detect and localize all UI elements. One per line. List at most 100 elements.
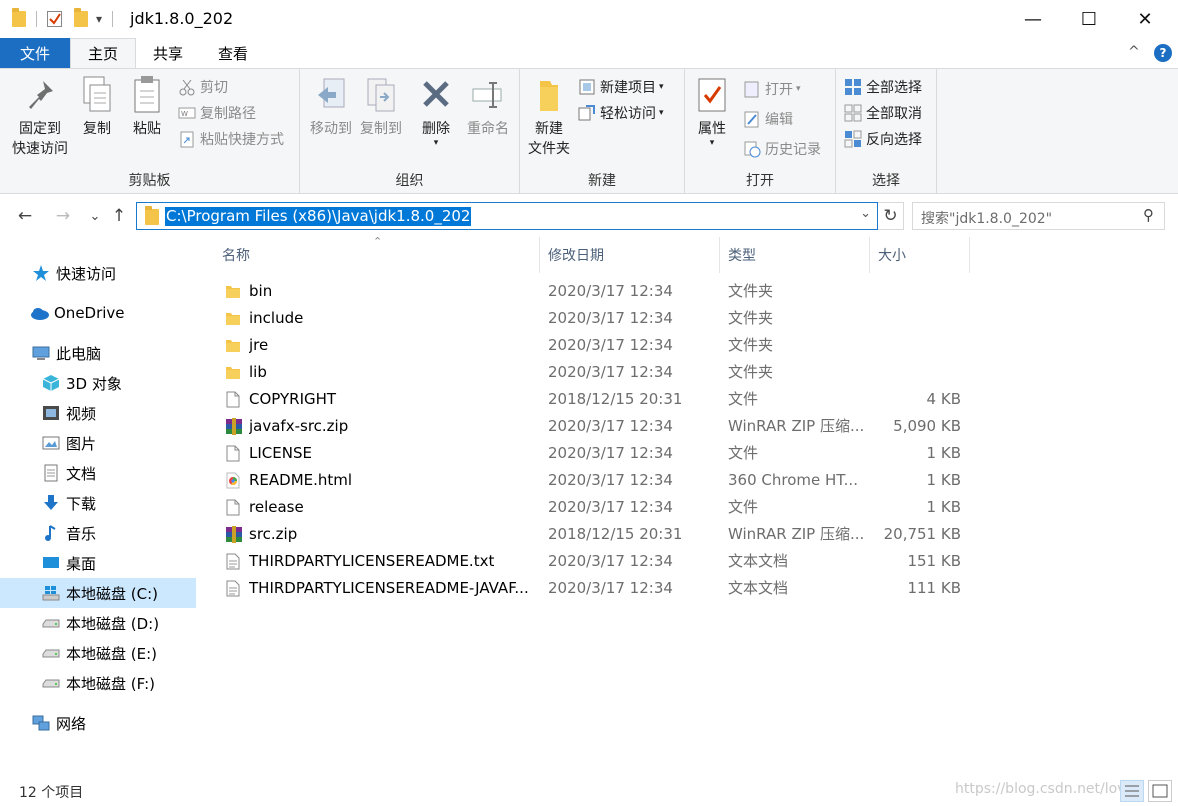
copy-path-button[interactable]: W 复制路径 bbox=[178, 101, 256, 125]
recent-locations-button[interactable]: ⌄ bbox=[84, 204, 106, 228]
open-button[interactable]: 打开 ▾ bbox=[743, 77, 801, 101]
nav-quick-access[interactable]: 快速访问 bbox=[32, 258, 116, 288]
new-folder-icon[interactable] bbox=[74, 8, 88, 27]
ribbon: 固定到 快速访问 复制 粘贴 剪切 W 复制路径 粘贴快捷方式 剪贴板 移动到 … bbox=[0, 68, 1178, 194]
file-size: 20,751 KB bbox=[883, 525, 961, 543]
nav-drive-c[interactable]: 本地磁盘 (C:) bbox=[0, 578, 196, 608]
nav-3d-objects[interactable]: 3D 对象 bbox=[42, 368, 122, 398]
quick-access-dropdown[interactable]: ▾ bbox=[96, 12, 102, 26]
file-row[interactable]: javafx-src.zip 2020/3/17 12:34 WinRAR ZIP … bbox=[219, 413, 979, 440]
move-to-button[interactable]: 移动到 bbox=[304, 75, 358, 139]
large-icons-view-button[interactable] bbox=[1148, 780, 1172, 802]
column-header-size[interactable]: 大小 bbox=[870, 237, 970, 273]
computer-icon bbox=[32, 344, 50, 362]
tab-share[interactable]: 共享 bbox=[136, 38, 200, 68]
file-row[interactable]: LICENSE 2020/3/17 12:34 文件 1 KB bbox=[219, 440, 979, 467]
file-name: release bbox=[249, 498, 304, 516]
folder-icon bbox=[225, 310, 241, 327]
address-path[interactable]: C:\Program Files (x86)\Java\jdk1.8.0_202 bbox=[165, 207, 472, 226]
nav-videos[interactable]: 视频 bbox=[42, 398, 96, 428]
file-row[interactable]: jre 2020/3/17 12:34 文件夹 bbox=[219, 332, 979, 359]
column-header-date[interactable]: 修改日期 bbox=[540, 237, 720, 273]
nav-onedrive[interactable]: OneDrive bbox=[30, 298, 125, 328]
nav-downloads[interactable]: 下载 bbox=[42, 488, 96, 518]
file-row[interactable]: bin 2020/3/17 12:34 文件夹 bbox=[219, 278, 979, 305]
nav-drive-d[interactable]: 本地磁盘 (D:) bbox=[42, 608, 159, 638]
file-row[interactable]: src.zip 2018/12/15 20:31 WinRAR ZIP 压缩... 2… bbox=[219, 521, 979, 548]
nav-this-pc[interactable]: 此电脑 bbox=[32, 338, 101, 368]
help-button[interactable]: ? bbox=[1154, 44, 1172, 62]
close-button[interactable]: ✕ bbox=[1119, 0, 1171, 38]
new-item-button[interactable]: 新建项目 ▾ bbox=[578, 75, 664, 99]
file-type: WinRAR ZIP 压缩... bbox=[728, 525, 865, 543]
file-row[interactable]: lib 2020/3/17 12:34 文件夹 bbox=[219, 359, 979, 386]
file-date: 2020/3/17 12:34 bbox=[548, 552, 673, 570]
maximize-button[interactable]: ☐ bbox=[1063, 0, 1115, 38]
new-folder-button[interactable]: 新建 文件夹 bbox=[524, 75, 574, 159]
rename-icon bbox=[471, 75, 505, 115]
nav-desktop[interactable]: 桌面 bbox=[42, 548, 96, 578]
properties-button[interactable]: 属性 ▾ bbox=[691, 75, 733, 148]
search-input[interactable]: 搜索"jdk1.8.0_202" ⚲ bbox=[912, 202, 1165, 230]
up-button[interactable]: ↑ bbox=[108, 204, 130, 228]
nav-pictures[interactable]: 图片 bbox=[42, 428, 96, 458]
file-name: bin bbox=[249, 282, 273, 300]
column-header-name[interactable]: 名称 bbox=[214, 237, 540, 273]
scissors-icon bbox=[178, 78, 196, 96]
nav-drive-f[interactable]: 本地磁盘 (F:) bbox=[42, 668, 155, 698]
tab-view[interactable]: 查看 bbox=[200, 38, 266, 68]
file-row[interactable]: include 2020/3/17 12:34 文件夹 bbox=[219, 305, 979, 332]
nav-drive-e[interactable]: 本地磁盘 (E:) bbox=[42, 638, 157, 668]
file-row[interactable]: COPYRIGHT 2018/12/15 20:31 文件 4 KB bbox=[219, 386, 979, 413]
column-header-type[interactable]: 类型 bbox=[720, 237, 870, 273]
new-item-icon bbox=[578, 78, 596, 96]
status-bar: 12 个项目 https://blog.csdn.net/lov... bbox=[0, 777, 1178, 806]
cut-button[interactable]: 剪切 bbox=[178, 75, 228, 99]
tab-home[interactable]: 主页 bbox=[70, 38, 136, 68]
ribbon-tabs: 文件 主页 共享 查看 ^ ? bbox=[0, 38, 1178, 68]
address-bar[interactable]: C:\Program Files (x86)\Java\jdk1.8.0_202… bbox=[136, 202, 878, 230]
star-icon bbox=[32, 264, 50, 282]
paste-button[interactable]: 粘贴 bbox=[124, 75, 170, 139]
collapse-ribbon-button[interactable]: ^ bbox=[1128, 44, 1140, 60]
file-name: src.zip bbox=[249, 525, 298, 543]
properties-check-icon[interactable] bbox=[47, 11, 62, 27]
select-none-button[interactable]: 全部取消 bbox=[844, 101, 922, 125]
delete-x-icon bbox=[419, 75, 453, 115]
tab-file[interactable]: 文件 bbox=[0, 38, 70, 68]
file-row[interactable]: release 2020/3/17 12:34 文件 1 KB bbox=[219, 494, 979, 521]
invert-selection-button[interactable]: 反向选择 bbox=[844, 127, 922, 151]
nav-documents[interactable]: 文档 bbox=[42, 458, 96, 488]
delete-button[interactable]: 删除 ▾ bbox=[412, 75, 460, 148]
file-size bbox=[879, 278, 961, 305]
copy-to-button[interactable]: 复制到 bbox=[354, 75, 408, 139]
file-type: 文件夹 bbox=[728, 363, 774, 381]
file-icon bbox=[225, 445, 241, 462]
nav-network[interactable]: 网络 bbox=[32, 708, 86, 738]
nav-music[interactable]: 音乐 bbox=[42, 518, 96, 548]
minimize-button[interactable]: — bbox=[1007, 0, 1059, 38]
file-type: 文件 bbox=[728, 498, 759, 516]
select-all-button[interactable]: 全部选择 bbox=[844, 75, 922, 99]
text-file-icon bbox=[225, 553, 241, 570]
windows-drive-icon bbox=[42, 584, 60, 602]
details-view-button[interactable] bbox=[1120, 780, 1144, 802]
copy-icon bbox=[80, 75, 114, 115]
copy-button[interactable]: 复制 bbox=[76, 75, 118, 139]
forward-button[interactable]: → bbox=[52, 204, 74, 228]
file-date: 2018/12/15 20:31 bbox=[548, 390, 683, 408]
music-icon bbox=[42, 524, 60, 542]
file-row[interactable]: README.html 2020/3/17 12:34 360 Chrome HT.… bbox=[219, 467, 979, 494]
file-row[interactable]: THIRDPARTYLICENSEREADME-JAVAF... 2020/3/1… bbox=[219, 575, 979, 602]
paste-shortcut-button[interactable]: 粘贴快捷方式 bbox=[178, 127, 284, 151]
back-button[interactable]: ← bbox=[14, 204, 36, 228]
refresh-button[interactable]: ↻ bbox=[878, 202, 904, 230]
edit-button[interactable]: 编辑 bbox=[743, 107, 793, 131]
rename-button[interactable]: 重命名 bbox=[462, 75, 514, 139]
file-date: 2020/3/17 12:34 bbox=[548, 444, 673, 462]
address-dropdown-button[interactable]: ⌄ bbox=[860, 206, 871, 221]
easy-access-button[interactable]: 轻松访问 ▾ bbox=[578, 101, 664, 125]
pin-quick-access-button[interactable]: 固定到 快速访问 bbox=[6, 75, 74, 159]
history-button[interactable]: 历史记录 bbox=[743, 137, 821, 161]
file-row[interactable]: THIRDPARTYLICENSEREADME.txt 2020/3/17 12:… bbox=[219, 548, 979, 575]
